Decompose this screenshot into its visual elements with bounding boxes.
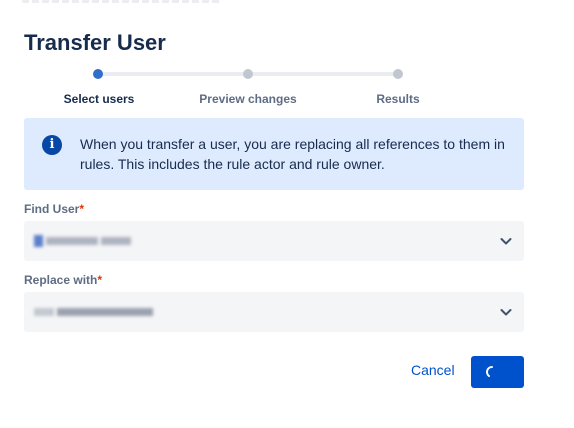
info-icon: i bbox=[42, 135, 62, 155]
step-label-select-users: Select users bbox=[63, 92, 135, 106]
transfer-button-loading[interactable] bbox=[471, 356, 524, 388]
replace-with-value bbox=[34, 306, 153, 318]
step-indicator-select-users bbox=[93, 69, 103, 79]
replace-with-label: Replace with* bbox=[24, 273, 102, 287]
step-label-preview-changes: Preview changes bbox=[199, 92, 297, 106]
step-label-results: Results bbox=[376, 92, 420, 106]
dialog-title: Transfer User bbox=[24, 30, 166, 55]
top-clipped-text bbox=[22, 0, 222, 3]
find-user-label: Find User* bbox=[24, 202, 84, 216]
info-message: When you transfer a user, you are replac… bbox=[80, 136, 505, 172]
step-indicator-preview-changes bbox=[243, 69, 253, 79]
required-asterisk: * bbox=[79, 202, 85, 216]
chevron-down-icon[interactable] bbox=[498, 304, 514, 320]
find-user-value bbox=[34, 235, 131, 247]
step-indicator-results bbox=[393, 69, 403, 79]
chevron-down-icon[interactable] bbox=[498, 233, 514, 249]
find-user-label-text: Find User bbox=[24, 202, 80, 216]
replace-with-select[interactable] bbox=[24, 292, 524, 332]
progress-stepper: Select users Preview changes Results bbox=[24, 66, 524, 110]
replace-with-label-text: Replace with bbox=[24, 273, 98, 287]
required-asterisk: * bbox=[97, 273, 103, 287]
spinner-icon bbox=[486, 366, 493, 377]
find-user-select[interactable] bbox=[24, 221, 524, 261]
info-banner: i When you transfer a user, you are repl… bbox=[24, 118, 524, 190]
cancel-button[interactable]: Cancel bbox=[403, 360, 463, 380]
